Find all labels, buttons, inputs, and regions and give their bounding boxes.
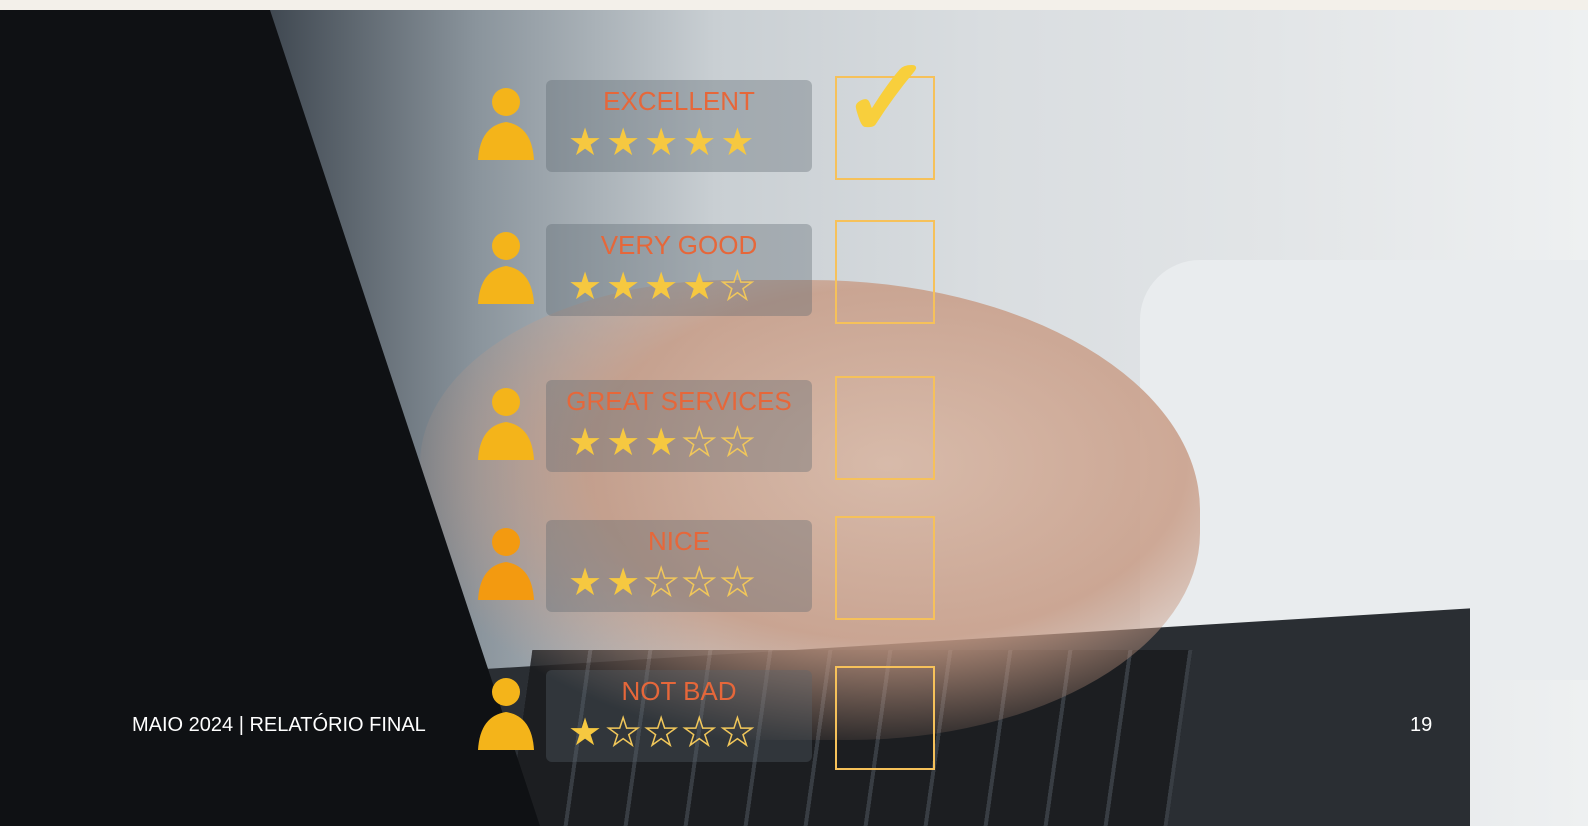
star-rating: ★★★★★ [568, 120, 808, 165]
star-icon: ★ [682, 122, 721, 164]
star-icon: ★ [606, 422, 645, 464]
rating-checkbox[interactable]: ✓ [835, 44, 935, 180]
rating-row-excellent: EXCELLENT ★★★★★ ✓ [470, 44, 950, 180]
star-icon: ★ [568, 122, 607, 164]
star-outline-icon: ★ [720, 421, 759, 465]
rating-label: NOT BAD [621, 676, 737, 706]
rating-checkbox[interactable] [835, 666, 935, 770]
rating-box: VERY GOOD ★★★★★ [546, 224, 812, 316]
checkmark-icon: ✓ [841, 37, 934, 160]
rating-checkbox[interactable] [835, 516, 935, 620]
star-icon: ★ [568, 266, 607, 308]
star-icon: ★ [644, 122, 683, 164]
person-icon [478, 232, 534, 304]
star-outline-icon: ★ [720, 561, 759, 605]
rating-box: NICE ★★★★★ [546, 520, 812, 612]
star-icon: ★ [644, 422, 683, 464]
star-icon: ★ [720, 122, 759, 164]
rating-row-very-good: VERY GOOD ★★★★★ [470, 220, 950, 324]
rating-row-not-bad: NOT BAD ★★★★★ [470, 666, 950, 770]
star-outline-icon: ★ [643, 711, 683, 755]
star-icon: ★ [644, 266, 683, 308]
rating-checkbox[interactable] [835, 376, 935, 480]
background-photo: EXCELLENT ★★★★★ ✓ VERY GOOD ★★★★★ GREAT … [0, 10, 1588, 826]
star-outline-icon: ★ [605, 711, 645, 755]
rating-box: GREAT SERVICES ★★★★★ [546, 380, 812, 472]
star-outline-icon: ★ [643, 561, 683, 605]
star-icon: ★ [568, 422, 607, 464]
person-icon [478, 528, 534, 600]
star-rating: ★★★★★ [568, 264, 808, 309]
star-outline-icon: ★ [720, 711, 759, 755]
star-outline-icon: ★ [681, 561, 721, 605]
star-outline-icon: ★ [720, 265, 759, 309]
person-icon [478, 88, 534, 160]
rating-box: EXCELLENT ★★★★★ [546, 80, 812, 172]
rating-label: GREAT SERVICES [566, 386, 792, 416]
footer-report-title: MAIO 2024 | RELATÓRIO FINAL [132, 714, 426, 736]
page-number: 19 [1410, 714, 1433, 736]
rating-box: NOT BAD ★★★★★ [546, 670, 812, 762]
rating-row-nice: NICE ★★★★★ [470, 516, 950, 620]
star-icon: ★ [606, 266, 645, 308]
star-outline-icon: ★ [681, 421, 721, 465]
top-margin [0, 0, 1588, 10]
star-icon: ★ [606, 122, 645, 164]
star-rating: ★★★★★ [568, 420, 808, 465]
rating-checkbox[interactable] [835, 220, 935, 324]
star-outline-icon: ★ [681, 711, 721, 755]
person-icon [478, 678, 534, 750]
star-icon: ★ [606, 562, 645, 604]
star-icon: ★ [682, 266, 721, 308]
rating-row-great-services: GREAT SERVICES ★★★★★ [470, 376, 950, 480]
star-icon: ★ [568, 562, 607, 604]
star-icon: ★ [568, 712, 607, 754]
rating-label: NICE [647, 526, 711, 556]
person-icon [478, 388, 534, 460]
rating-label: VERY GOOD [600, 230, 758, 260]
document-page: EXCELLENT ★★★★★ ✓ VERY GOOD ★★★★★ GREAT … [0, 0, 1588, 826]
star-rating: ★★★★★ [568, 710, 808, 755]
star-rating: ★★★★★ [568, 560, 808, 605]
rating-label: EXCELLENT [603, 86, 755, 116]
